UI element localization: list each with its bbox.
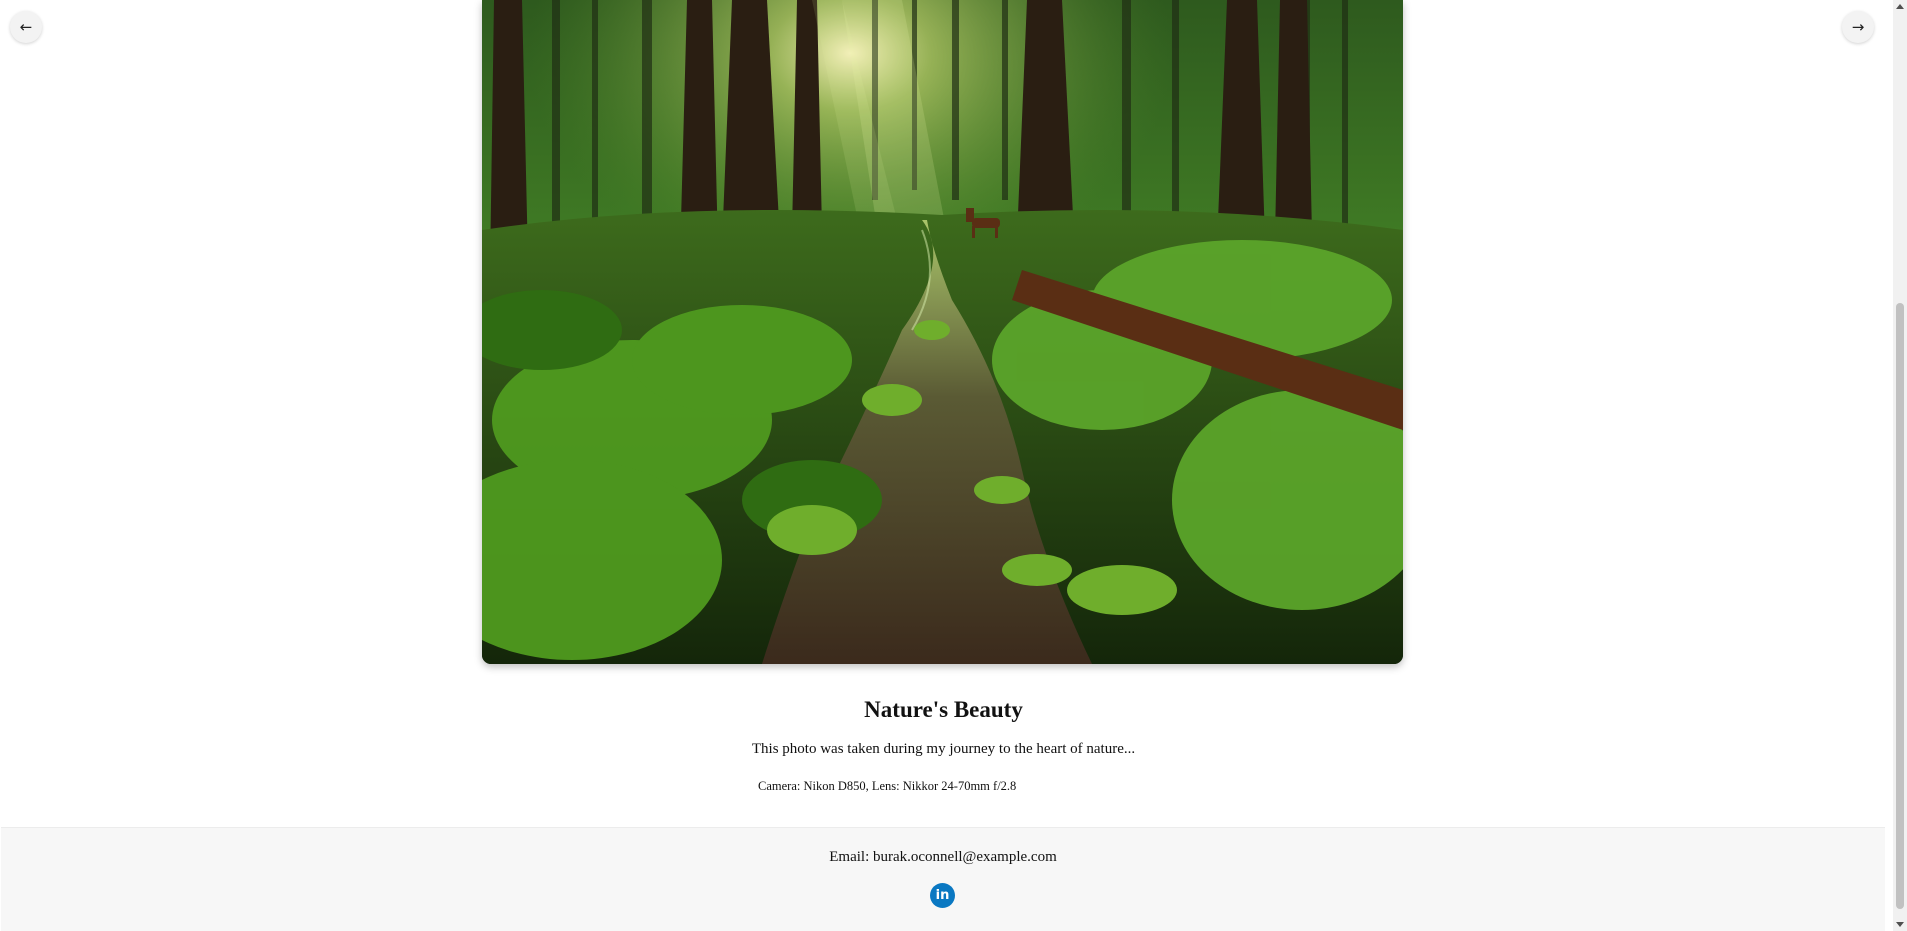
contact-email: Email: burak.oconnell@example.com	[829, 849, 1057, 865]
scrollbar-thumb[interactable]	[1896, 303, 1904, 909]
photo-description: This photo was taken during my journey t…	[751, 741, 1136, 757]
linkedin-icon-label: in	[935, 888, 950, 903]
footer: Email: burak.oconnell@example.com in	[1, 827, 1885, 931]
arrow-left-icon: ←	[19, 18, 33, 36]
photo-title: Nature's Beauty	[864, 697, 1023, 722]
previous-photo-button[interactable]: ←	[10, 11, 42, 43]
scroll-up-icon[interactable]	[1896, 4, 1904, 9]
arrow-right-icon: →	[1851, 18, 1865, 36]
linkedin-icon[interactable]: in	[930, 883, 955, 908]
photo-camera-info: Camera: Nikon D850, Lens: Nikkor 24-70mm…	[758, 779, 1017, 793]
next-photo-button[interactable]: →	[1842, 11, 1874, 43]
forest-photo	[482, 0, 1403, 664]
page: ← → Nature's Beauty This photo was taken…	[0, 0, 1887, 931]
scroll-down-icon[interactable]	[1896, 922, 1904, 927]
vertical-scrollbar[interactable]	[1893, 0, 1907, 931]
